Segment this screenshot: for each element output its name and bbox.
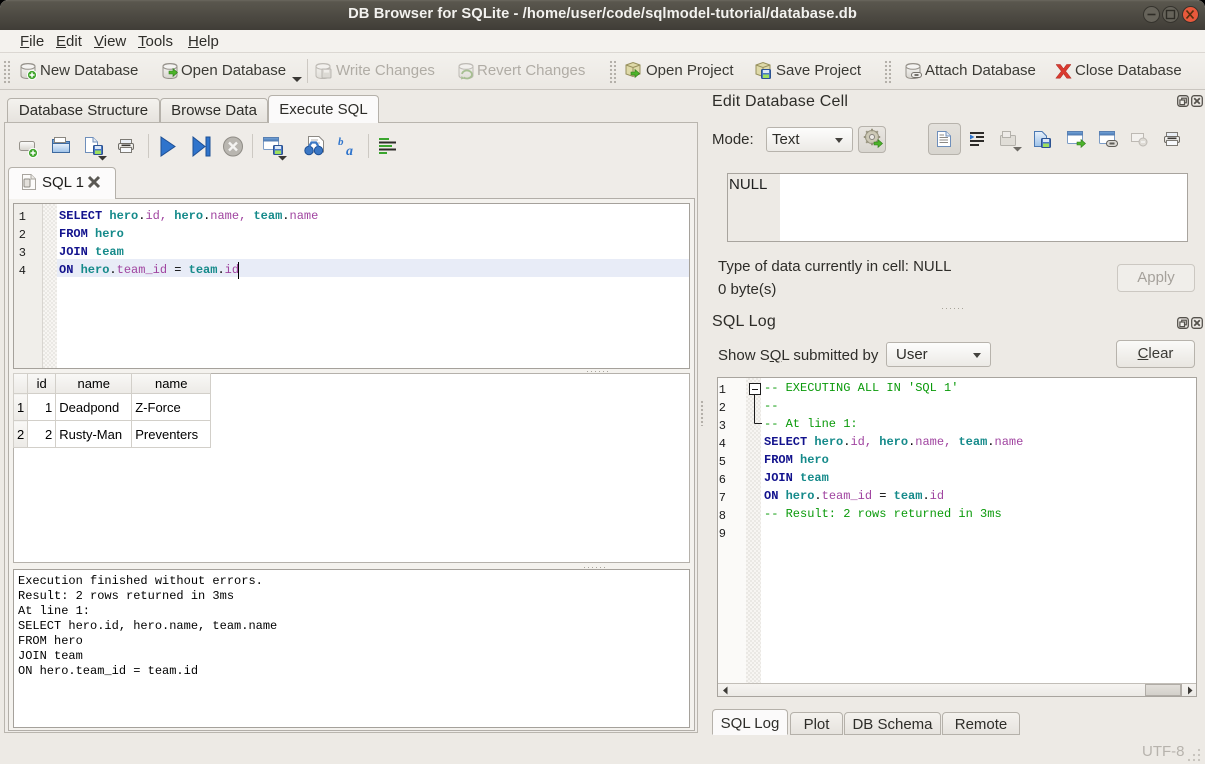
svg-text:b: b: [338, 136, 344, 148]
svg-text:a: a: [346, 144, 353, 159]
